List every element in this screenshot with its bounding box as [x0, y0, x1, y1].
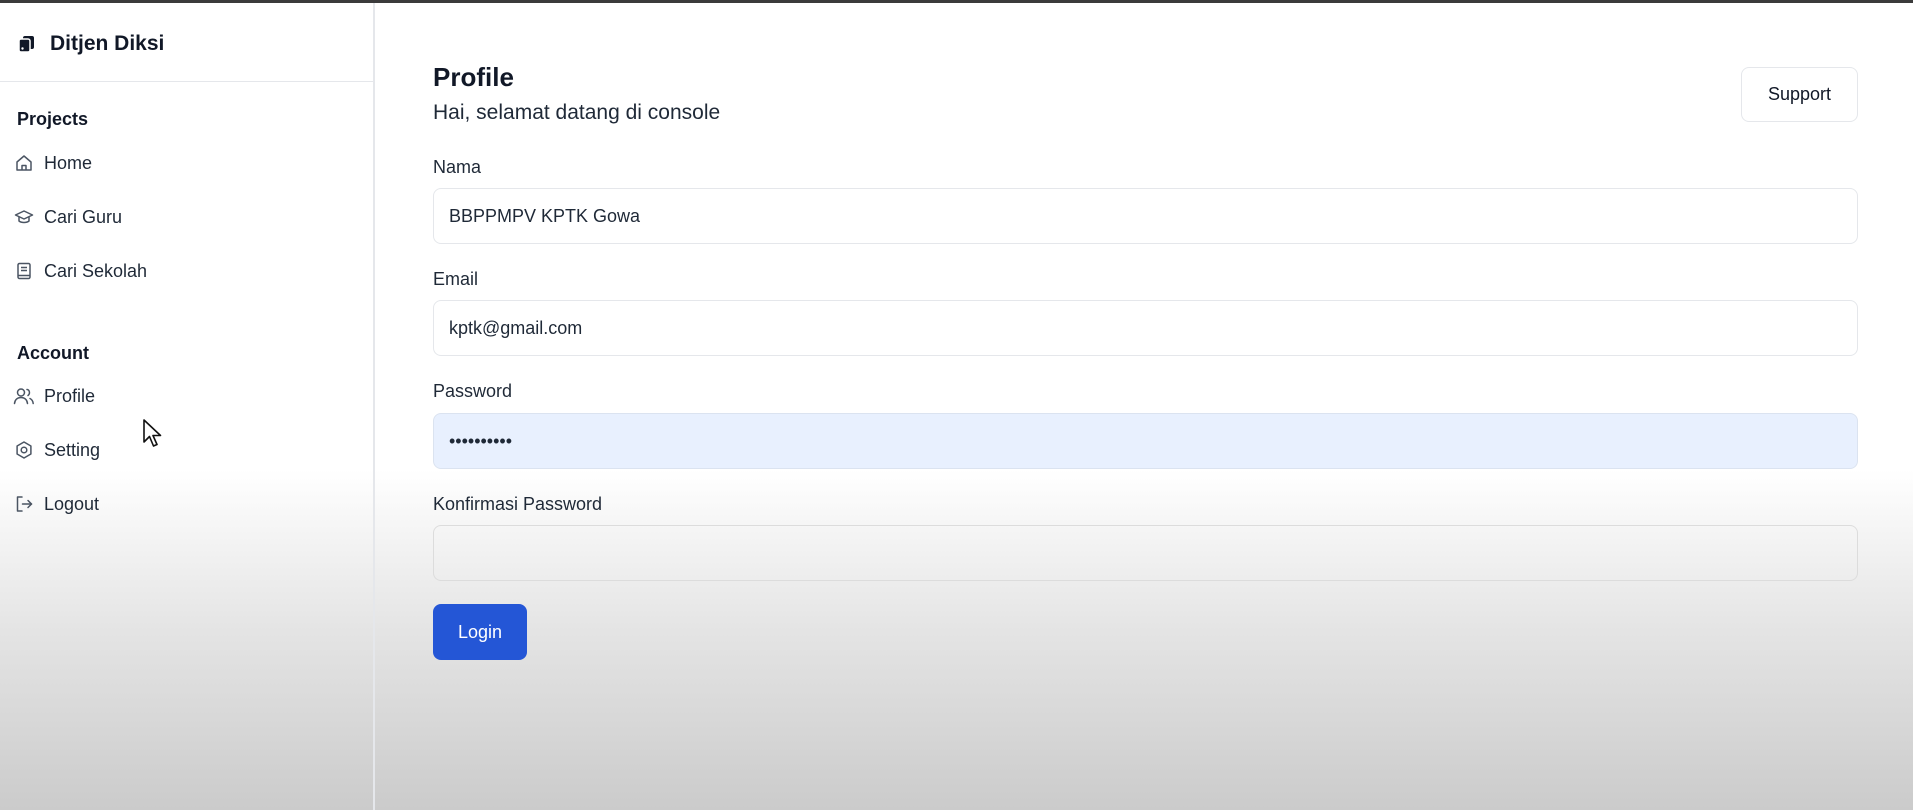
sidebar-item-label: Cari Sekolah — [44, 260, 148, 281]
password-field[interactable] — [433, 413, 1858, 469]
support-button[interactable]: Support — [1741, 67, 1858, 122]
section-label-projects: Projects — [17, 109, 89, 129]
sidebar-item-profile[interactable]: Profile — [13, 378, 353, 414]
graduation-cap-icon — [13, 206, 35, 228]
email-label: Email — [433, 269, 479, 289]
sidebar-divider — [0, 81, 375, 82]
confirm-password-field[interactable] — [433, 525, 1858, 581]
section-label-account: Account — [17, 343, 89, 363]
page-subtitle: Hai, selamat datang di console — [433, 101, 721, 124]
nama-field[interactable] — [433, 188, 1858, 244]
main-content: Profile Hai, selamat datang di console S… — [433, 0, 1858, 810]
mouse-cursor-icon — [143, 419, 162, 447]
nama-label: Nama — [433, 157, 482, 177]
brand[interactable]: Ditjen Diksi — [17, 27, 164, 61]
users-icon — [13, 385, 35, 407]
page-title: Profile — [433, 62, 514, 92]
logout-icon — [13, 493, 35, 515]
brand-logo-icon — [17, 34, 37, 54]
sidebar: Ditjen Diksi Projects Home Cari Guru Car… — [0, 3, 375, 810]
password-label: Password — [433, 381, 513, 401]
sidebar-item-label: Profile — [44, 385, 96, 406]
sidebar-item-setting[interactable]: Setting — [13, 432, 353, 468]
book-icon — [13, 260, 35, 282]
gear-icon — [13, 439, 35, 461]
sidebar-item-label: Logout — [44, 493, 100, 514]
sidebar-item-label: Home — [44, 152, 93, 173]
home-icon — [13, 152, 35, 174]
brand-name: Ditjen Diksi — [50, 32, 165, 55]
sidebar-item-label: Setting — [44, 439, 101, 460]
sidebar-item-label: Cari Guru — [44, 206, 123, 227]
sidebar-item-cari-sekolah[interactable]: Cari Sekolah — [13, 253, 353, 289]
email-field[interactable] — [433, 300, 1858, 356]
sidebar-item-home[interactable]: Home — [13, 145, 353, 181]
sidebar-item-cari-guru[interactable]: Cari Guru — [13, 199, 353, 235]
login-button[interactable]: Login — [433, 604, 527, 660]
sidebar-item-logout[interactable]: Logout — [13, 486, 353, 522]
confirm-password-label: Konfirmasi Password — [433, 494, 603, 514]
